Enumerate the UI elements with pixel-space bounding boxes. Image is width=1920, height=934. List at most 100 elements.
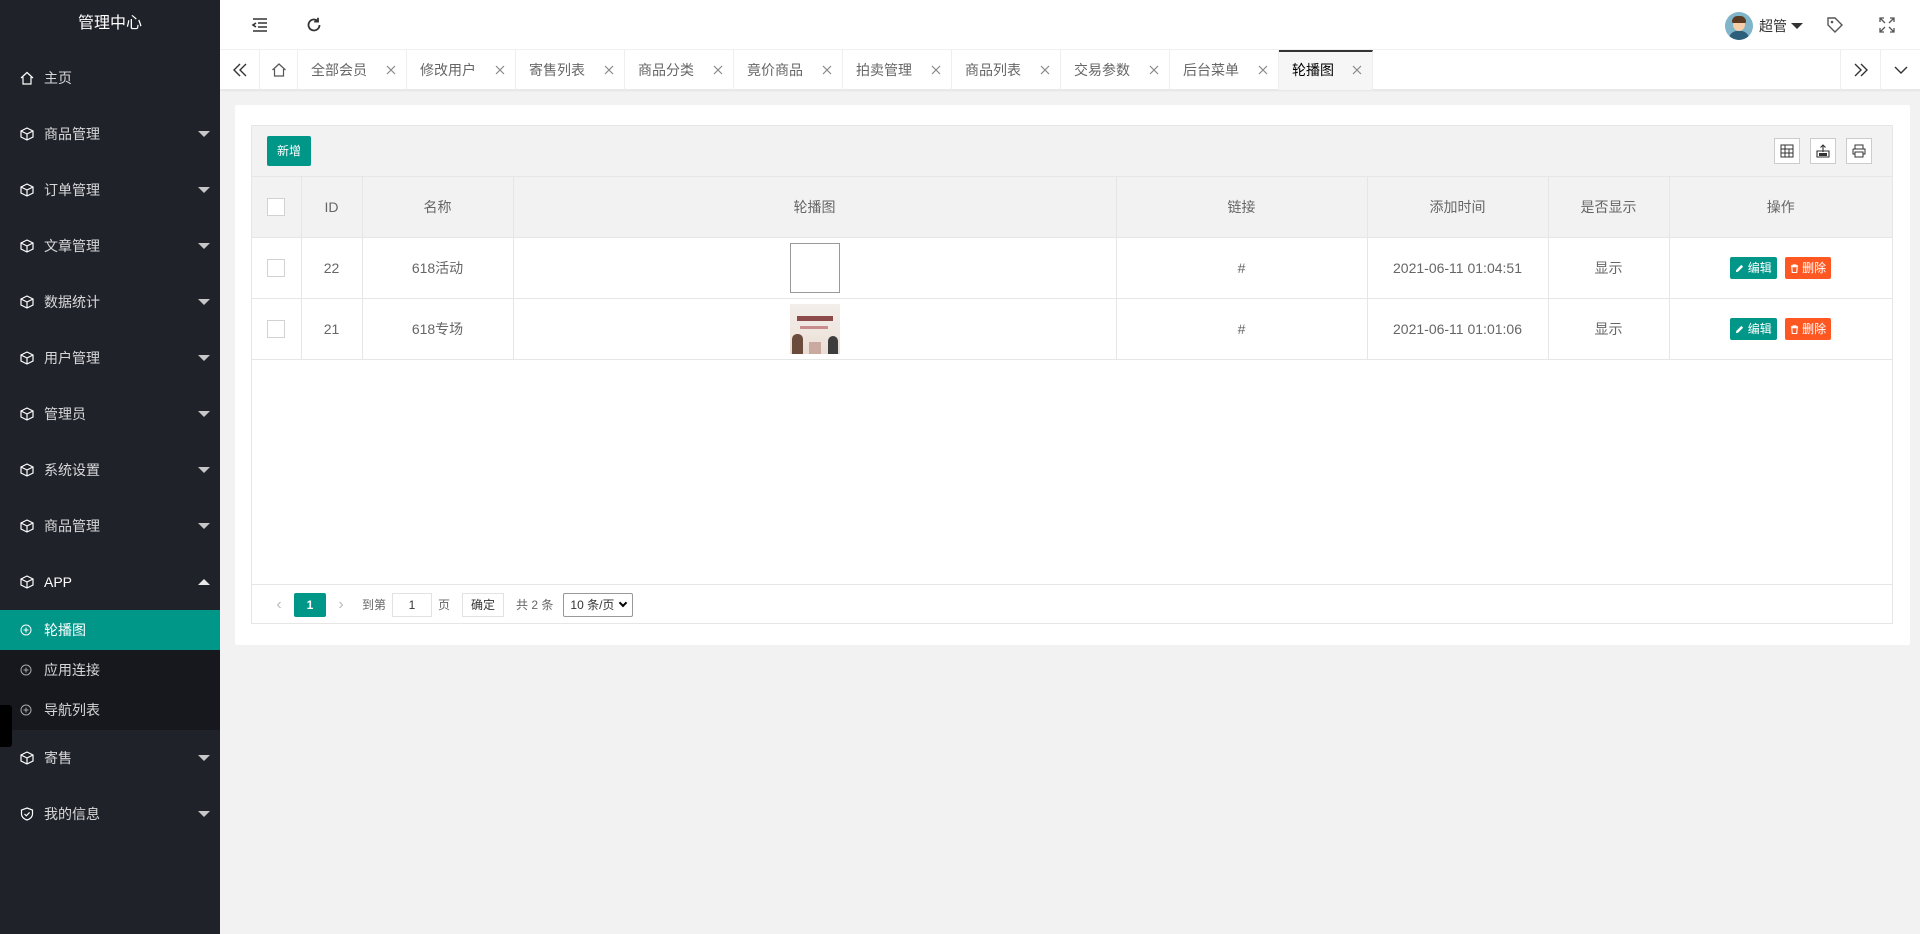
sidebar: 管理中心 主页 商品管理 订单管理 文章管理 数据统计 用户管理 管理员 系统设… — [0, 0, 220, 934]
tab-trade-params[interactable]: 交易参数 — [1061, 50, 1170, 90]
tab-edit-user[interactable]: 修改用户 — [407, 50, 516, 90]
caret-down-icon — [198, 755, 210, 761]
sidebar-item-settings[interactable]: 系统设置 — [0, 442, 220, 498]
tab-label: 全部会员 — [311, 62, 367, 78]
sidebar-subitem-carousel[interactable]: 轮播图 — [0, 610, 220, 650]
sidebar-subnav-app: 轮播图 应用连接 导航列表 — [0, 610, 220, 730]
prev-page-button[interactable]: ‹ — [264, 596, 294, 614]
close-icon[interactable] — [1258, 65, 1268, 75]
edit-button[interactable]: 编辑 — [1730, 256, 1777, 279]
add-button[interactable]: 新增 — [267, 136, 312, 166]
next-page-button[interactable]: › — [326, 596, 356, 614]
caret-down-icon — [198, 187, 210, 193]
tab-label: 竟价商品 — [747, 62, 803, 78]
column-header-visible: 是否显示 — [1548, 177, 1670, 238]
carousel-thumbnail[interactable] — [789, 303, 840, 354]
page-size-select[interactable]: 10 条/页 — [563, 592, 634, 617]
plus-circle-icon — [20, 664, 32, 676]
row-checkbox[interactable] — [267, 258, 286, 277]
columns-filter-button[interactable] — [1774, 138, 1800, 164]
goto-page-input[interactable]: 1 — [392, 592, 433, 617]
tab-carousel[interactable]: 轮播图 — [1279, 50, 1373, 90]
column-header-image: 轮播图 — [513, 177, 1117, 238]
caret-down-icon — [198, 523, 210, 529]
page-label: 页 — [438, 598, 451, 612]
close-icon[interactable] — [1352, 65, 1362, 75]
tab-auction-management[interactable]: 拍卖管理 — [843, 50, 952, 90]
tab-bidding-goods[interactable]: 竟价商品 — [734, 50, 843, 90]
chevron-down-icon — [619, 598, 628, 608]
user-menu[interactable]: 超管 — [1725, 12, 1803, 40]
cell-time: 2021-06-11 01:01:06 — [1367, 298, 1549, 360]
print-button[interactable] — [1846, 138, 1872, 164]
current-page[interactable]: 1 — [294, 592, 326, 617]
sidebar-item-my-info[interactable]: 我的信息 — [0, 786, 220, 842]
close-icon[interactable] — [822, 65, 832, 75]
cube-icon — [20, 351, 34, 365]
edit-button[interactable]: 编辑 — [1730, 317, 1777, 340]
sidebar-item-app[interactable]: APP — [0, 554, 220, 610]
double-chevron-left-icon — [232, 63, 246, 77]
side-drag-handle[interactable] — [0, 705, 12, 747]
tab-all-members[interactable]: 全部会员 — [298, 50, 407, 90]
sidebar-item-consignment[interactable]: 寄售 — [0, 730, 220, 786]
tabs-scroll-right-button[interactable] — [1840, 50, 1880, 90]
sidebar-item-articles[interactable]: 文章管理 — [0, 218, 220, 274]
tabs-menu-button[interactable] — [1880, 50, 1920, 90]
cube-icon — [20, 295, 34, 309]
sidebar-item-users[interactable]: 用户管理 — [0, 330, 220, 386]
select-all-checkbox[interactable] — [267, 197, 286, 216]
close-icon[interactable] — [1040, 65, 1050, 75]
close-icon[interactable] — [713, 65, 723, 75]
cell-id: 22 — [301, 237, 363, 299]
goto-confirm-button[interactable]: 确定 — [462, 592, 505, 617]
tab-home[interactable] — [260, 50, 298, 90]
sidebar-item-goods[interactable]: 商品管理 — [0, 106, 220, 162]
broken-image-thumbnail[interactable] — [789, 242, 840, 293]
tabs-scroll-left-button[interactable] — [220, 50, 260, 90]
sidebar-subitem-nav-list[interactable]: 导航列表 — [0, 690, 220, 730]
delete-button[interactable]: 删除 — [1784, 317, 1832, 340]
collapse-menu-icon[interactable] — [250, 15, 270, 35]
cell-visible: 显示 — [1548, 298, 1670, 360]
sidebar-item-goods-2[interactable]: 商品管理 — [0, 498, 220, 554]
tab-consignment-list[interactable]: 寄售列表 — [516, 50, 625, 90]
sidebar-item-label: 数据统计 — [44, 294, 100, 310]
sidebar-item-label: 寄售 — [44, 750, 72, 766]
sidebar-item-orders[interactable]: 订单管理 — [0, 162, 220, 218]
tab-admin-menu[interactable]: 后台菜单 — [1170, 50, 1279, 90]
delete-button[interactable]: 删除 — [1784, 256, 1832, 279]
export-button[interactable] — [1810, 138, 1836, 164]
sidebar-subitem-label: 导航列表 — [44, 702, 100, 718]
sidebar-item-label: 管理员 — [44, 406, 86, 422]
close-icon[interactable] — [931, 65, 941, 75]
tab-goods-list[interactable]: 商品列表 — [952, 50, 1061, 90]
cube-icon — [20, 463, 34, 477]
caret-down-icon — [1791, 23, 1803, 29]
close-icon[interactable] — [495, 65, 505, 75]
cube-icon — [20, 751, 34, 765]
refresh-icon[interactable] — [304, 15, 324, 35]
sidebar-item-stats[interactable]: 数据统计 — [0, 274, 220, 330]
fullscreen-icon[interactable] — [1877, 15, 1897, 35]
column-header-time: 添加时间 — [1367, 177, 1549, 238]
tag-icon[interactable] — [1825, 15, 1845, 35]
content-card: 新增 ID 名称 轮播图 链接 添加时间 是否显示 操作 22 618活动 # … — [235, 105, 1910, 645]
cell-image — [513, 298, 1117, 360]
home-icon — [20, 71, 34, 85]
sidebar-item-admins[interactable]: 管理员 — [0, 386, 220, 442]
cell-name: 618专场 — [362, 298, 514, 360]
close-icon[interactable] — [604, 65, 614, 75]
tab-label: 交易参数 — [1074, 62, 1130, 78]
close-icon[interactable] — [1149, 65, 1159, 75]
trash-icon — [1790, 263, 1798, 273]
cell-visible: 显示 — [1548, 237, 1670, 299]
sidebar-subitem-app-links[interactable]: 应用连接 — [0, 650, 220, 690]
close-icon[interactable] — [386, 65, 396, 75]
cube-icon — [20, 127, 34, 141]
plus-circle-icon — [20, 704, 32, 716]
sidebar-item-home[interactable]: 主页 — [0, 50, 220, 106]
row-checkbox[interactable] — [267, 319, 286, 338]
cell-actions: 编辑 删除 — [1669, 298, 1892, 360]
tab-goods-category[interactable]: 商品分类 — [625, 50, 734, 90]
